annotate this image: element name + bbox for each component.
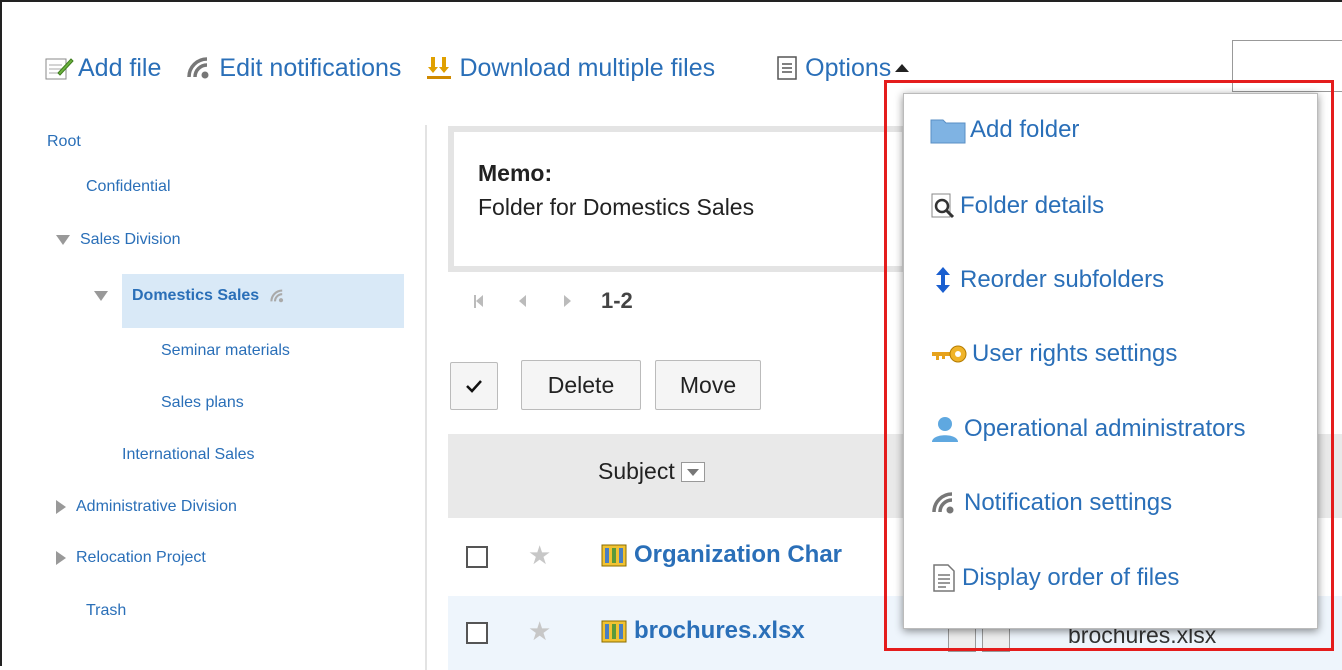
edit-notifications-button[interactable]: Edit notifications	[185, 54, 401, 83]
download-multiple-files-label: Download multiple files	[459, 53, 716, 82]
tree-item-trash[interactable]: Trash	[86, 602, 126, 620]
menu-item-operational-administrators[interactable]: Operational administrators	[930, 415, 1245, 443]
file-name: brochures.xlsx	[634, 617, 805, 644]
options-label: Options	[805, 53, 892, 82]
menu-item-label: User rights settings	[972, 340, 1178, 367]
user-icon	[932, 417, 958, 442]
file-link[interactable]: brochures.xlsx	[600, 617, 805, 645]
download-multiple-files-button[interactable]: Download multiple files	[425, 54, 715, 83]
tree-item-seminar-materials[interactable]: Seminar materials	[161, 342, 290, 360]
next-page-icon[interactable]	[564, 295, 571, 307]
magnifier-document-icon	[931, 193, 955, 219]
collapse-arrow-icon[interactable]	[94, 291, 108, 301]
add-file-button[interactable]: Add file	[44, 54, 161, 83]
delete-button[interactable]: Delete	[521, 360, 641, 410]
menu-item-label: Operational administrators	[964, 415, 1246, 442]
toolbar: Add file Edit notifications Download mul…	[44, 50, 933, 86]
pagination: 1-2	[474, 288, 633, 314]
notification-icon	[932, 492, 954, 514]
tree-label: Seminar materials	[161, 342, 290, 359]
tree-item-confidential[interactable]: Confidential	[86, 178, 171, 196]
menu-item-label: Notification settings	[964, 489, 1173, 516]
add-file-label: Add file	[78, 53, 162, 82]
options-menu-button[interactable]: Options	[775, 53, 910, 83]
spreadsheet-file-icon	[601, 620, 627, 643]
menu-item-user-rights-settings[interactable]: User rights settings	[930, 340, 1177, 368]
edit-document-icon	[45, 58, 74, 80]
download-file-icon[interactable]	[982, 626, 1010, 652]
file-link[interactable]: Organization Char	[600, 541, 842, 569]
tree-item-domestic-sales[interactable]: Domestics Sales	[94, 287, 287, 305]
star-icon[interactable]: ★	[528, 540, 551, 571]
edit-notifications-label: Edit notifications	[219, 53, 402, 82]
vertical-arrows-icon	[936, 267, 950, 293]
checkmark-icon	[466, 380, 482, 393]
menu-item-display-order-of-files[interactable]: Display order of files	[930, 563, 1179, 593]
document-icon	[933, 564, 955, 592]
notification-icon	[187, 57, 209, 79]
tree-item-administrative-division[interactable]: Administrative Division	[56, 498, 237, 516]
move-button[interactable]: Move	[655, 360, 761, 410]
tree-label: Administrative Division	[76, 498, 237, 515]
row-checkbox[interactable]	[466, 546, 488, 568]
options-dropdown-menu: Add folder Folder details Reorder subfol…	[903, 93, 1318, 629]
page-count: 1-2	[601, 288, 633, 313]
first-page-icon[interactable]	[474, 294, 483, 308]
menu-item-reorder-subfolders[interactable]: Reorder subfolders	[930, 266, 1164, 294]
expand-arrow-icon[interactable]	[56, 551, 66, 565]
row-checkbox[interactable]	[466, 622, 488, 644]
menu-item-notification-settings[interactable]: Notification settings	[930, 489, 1172, 517]
notification-icon	[270, 289, 284, 303]
tree-label: Root	[47, 133, 81, 150]
tree-label: International Sales	[122, 446, 255, 463]
tree-item-sales-plans[interactable]: Sales plans	[161, 394, 244, 412]
collapse-arrow-icon[interactable]	[56, 235, 70, 245]
menu-item-folder-details[interactable]: Folder details	[930, 192, 1104, 220]
tree-label: Confidential	[86, 178, 171, 195]
tree-item-root[interactable]: Root	[47, 133, 81, 151]
tree-item-relocation-project[interactable]: Relocation Project	[56, 549, 206, 567]
menu-item-label: Reorder subfolders	[960, 266, 1165, 293]
tree-label: Sales Division	[80, 231, 181, 248]
spreadsheet-file-icon	[601, 544, 627, 567]
pane-divider[interactable]	[425, 125, 427, 670]
menu-item-add-folder[interactable]: Add folder	[930, 116, 1079, 144]
file-name: Organization Char	[634, 541, 843, 568]
star-icon[interactable]: ★	[528, 616, 551, 647]
menu-item-label: Add folder	[970, 116, 1080, 143]
menu-item-label: Display order of files	[962, 564, 1180, 591]
download-icon	[427, 57, 452, 79]
select-all-button[interactable]	[450, 362, 498, 410]
subject-column-header[interactable]: Subject	[598, 458, 705, 485]
tree-label: Domestics Sales	[132, 287, 260, 304]
key-icon	[932, 345, 967, 363]
tree-item-sales-division[interactable]: Sales Division	[56, 231, 180, 249]
tree-label: Sales plans	[161, 394, 244, 411]
tree-label: Relocation Project	[76, 549, 206, 566]
edit-file-icon[interactable]	[948, 626, 976, 652]
column-label: Subject	[598, 458, 675, 484]
expand-arrow-icon[interactable]	[56, 500, 66, 514]
list-icon	[777, 56, 797, 80]
memo-title: Memo:	[478, 160, 553, 186]
search-input[interactable]	[1232, 40, 1342, 92]
memo-text: Folder for Domestics Sales	[478, 194, 755, 220]
tree-label: Trash	[86, 602, 127, 619]
folder-icon	[930, 119, 966, 144]
memo-box: Memo: Folder for Domestics Sales	[448, 126, 908, 272]
caret-up-icon	[895, 64, 910, 72]
previous-page-icon[interactable]	[519, 295, 526, 307]
menu-item-label: Folder details	[960, 192, 1105, 219]
sort-dropdown-icon[interactable]	[680, 461, 705, 482]
tree-item-international-sales[interactable]: International Sales	[122, 446, 255, 464]
